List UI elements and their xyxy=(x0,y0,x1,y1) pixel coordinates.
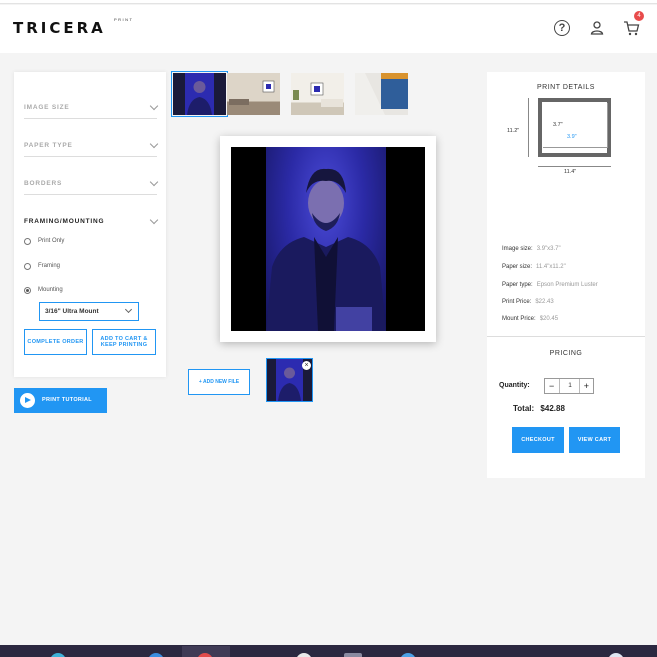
image-width-label: 3.9" xyxy=(567,134,577,140)
thumbnail-room-view-2[interactable] xyxy=(291,73,344,115)
thumbnail-room-view-1[interactable] xyxy=(227,73,280,115)
radio-circle-checked[interactable] xyxy=(24,287,31,294)
checkout-button[interactable]: CHECKOUT xyxy=(512,427,564,453)
user-icon[interactable] xyxy=(589,20,605,36)
radio-circle[interactable] xyxy=(24,238,31,245)
spec-paper-size: Paper size: 11.4"x11.2" xyxy=(502,264,566,270)
height-dimension-line xyxy=(528,98,529,157)
spec-label: Paper type: xyxy=(502,282,533,288)
complete-order-button[interactable]: COMPLETE ORDER xyxy=(24,329,87,355)
spec-label: Print Price: xyxy=(502,299,532,305)
accordion-label: IMAGE SIZE xyxy=(24,104,70,111)
quantity-value[interactable]: 1 xyxy=(565,382,575,389)
spec-print-price: Print Price: $22.43 xyxy=(502,299,554,305)
paper-closeup-image xyxy=(355,73,408,115)
spec-mount-price: Mount Price: $20.45 xyxy=(502,316,558,322)
chevron-down-icon xyxy=(149,177,159,187)
help-icon[interactable]: ? xyxy=(554,20,570,36)
quantity-decrease-button[interactable]: − xyxy=(549,381,554,391)
mount-selected-value: 3/16" Ultra Mount xyxy=(45,308,99,315)
print-tutorial-button[interactable]: PRINT TUTORIAL xyxy=(14,388,107,413)
order-total: Total: $42.88 xyxy=(513,404,565,413)
spec-value: Epson Premium Luster xyxy=(536,282,598,288)
radio-circle[interactable] xyxy=(24,263,31,270)
total-label: Total: xyxy=(513,404,535,413)
quantity-increase-button[interactable]: + xyxy=(584,381,589,391)
radio-label: Print Only xyxy=(38,238,65,244)
stepper-divider xyxy=(559,379,560,393)
portrait-photo-image xyxy=(266,168,386,331)
spec-label: Paper size: xyxy=(502,264,533,270)
accordion-label: FRAMING/MOUNTING xyxy=(24,218,105,225)
spec-label: Mount Price: xyxy=(502,316,536,322)
spec-label: Image size: xyxy=(502,246,533,252)
spec-paper-type: Paper type: Epson Premium Luster xyxy=(502,282,598,288)
taskbar-app-icon[interactable] xyxy=(344,653,362,657)
spec-value: 3.9"x3.7" xyxy=(536,246,561,252)
portrait-thumbnail-image xyxy=(185,73,214,115)
accordion-borders[interactable]: BORDERS xyxy=(24,157,159,195)
chevron-down-icon xyxy=(124,305,133,314)
pricing-title: PRICING xyxy=(549,350,583,357)
width-dimension-line xyxy=(538,166,611,167)
remove-file-close-icon[interactable]: × xyxy=(302,361,311,370)
spec-value: $22.43 xyxy=(535,299,554,305)
tricera-logo[interactable]: TRICERA xyxy=(13,19,106,37)
room-scene-image xyxy=(229,80,275,105)
spec-value: $20.45 xyxy=(539,316,559,322)
quantity-stepper: − 1 + xyxy=(544,378,594,394)
add-to-cart-keep-printing-button[interactable]: ADD TO CART & KEEP PRINTING xyxy=(92,329,156,355)
accordion-paper-type[interactable]: PAPER TYPE xyxy=(24,119,159,157)
chevron-down-icon xyxy=(149,215,159,225)
uploaded-photo xyxy=(231,147,425,331)
print-preview xyxy=(220,136,436,342)
os-taskbar xyxy=(0,645,657,657)
accordion-label: PAPER TYPE xyxy=(24,142,73,149)
thumbnail-print-view[interactable] xyxy=(171,71,228,117)
mount-type-select[interactable]: 3/16" Ultra Mount xyxy=(39,302,139,321)
tutorial-label: PRINT TUTORIAL xyxy=(42,397,92,403)
view-cart-button[interactable]: VIEW CART xyxy=(569,427,620,453)
image-height-label: 3.7" xyxy=(553,122,563,128)
paper-height-label: 11.2" xyxy=(507,128,520,134)
quantity-label: Quantity: xyxy=(499,382,530,389)
thumbnail-paper-detail[interactable] xyxy=(355,73,408,115)
browser-top-strip xyxy=(0,0,657,4)
print-details-title: PRINT DETAILS xyxy=(537,84,595,91)
room-scene-image xyxy=(293,82,343,107)
logo-subtitle: PRINT xyxy=(114,17,134,22)
chevron-down-icon xyxy=(149,101,159,111)
stepper-divider xyxy=(579,379,580,393)
accordion-image-size[interactable]: IMAGE SIZE xyxy=(24,81,159,119)
add-new-file-button[interactable]: + ADD NEW FILE xyxy=(188,369,250,395)
chevron-down-icon xyxy=(149,139,159,149)
site-header: TRICERA PRINT ? xyxy=(0,5,657,53)
play-icon xyxy=(20,393,35,408)
radio-label: Framing xyxy=(38,263,61,269)
spec-value: 11.4"x11.2" xyxy=(536,264,566,270)
radio-label: Mounting xyxy=(38,287,63,293)
accordion-label: BORDERS xyxy=(24,180,63,187)
panel-divider xyxy=(487,336,645,337)
cart-icon[interactable] xyxy=(623,20,640,36)
paper-width-label: 11.4" xyxy=(564,169,577,175)
cart-count-badge: 4 xyxy=(634,11,644,21)
spec-image-size: Image size: 3.9"x3.7" xyxy=(502,246,561,252)
accordion-framing-mounting[interactable]: FRAMING/MOUNTING xyxy=(24,195,159,233)
total-value: $42.88 xyxy=(540,404,565,413)
